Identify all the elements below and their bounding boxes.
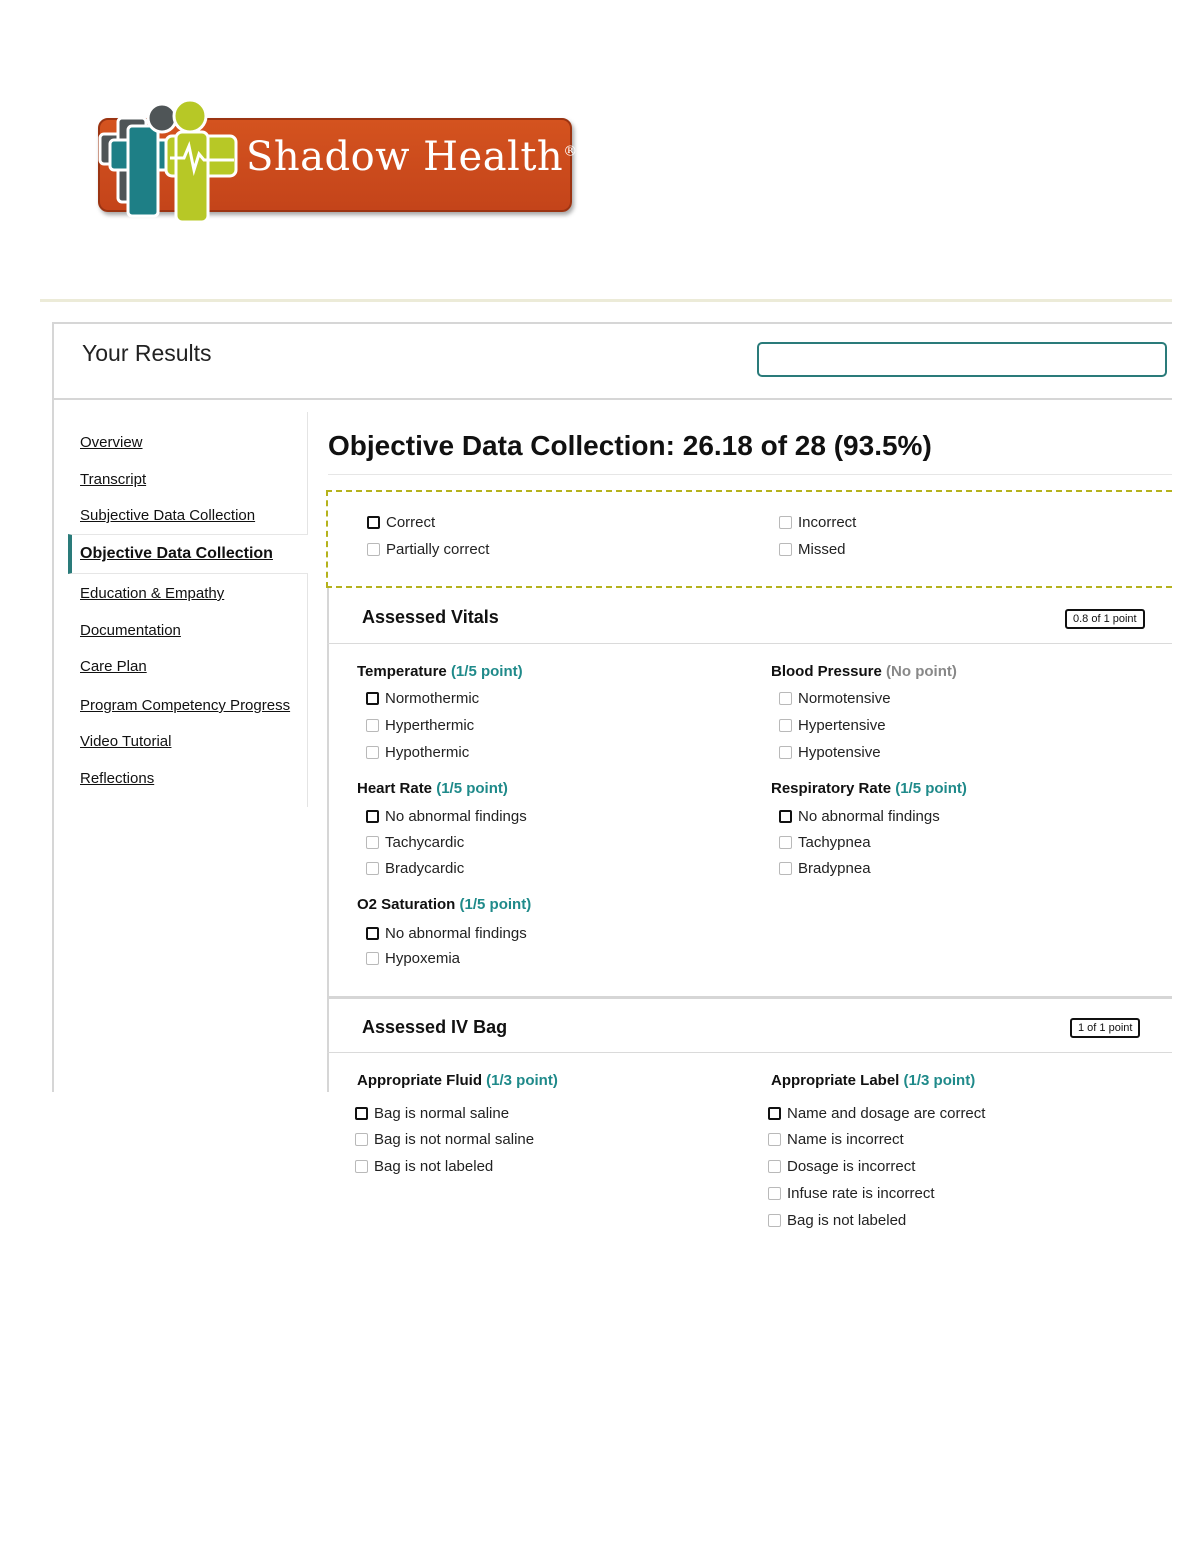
checkbox-icon (367, 543, 380, 556)
checkbox-icon (367, 516, 380, 529)
option-fluid-not-labeled: Bag is not labeled (355, 1158, 493, 1175)
checkbox-icon (779, 746, 792, 759)
sidebar-item-subjective-data[interactable]: Subjective Data Collection (80, 507, 255, 524)
top-divider (40, 299, 1172, 302)
search-input[interactable] (757, 342, 1167, 377)
option-not-normal-saline: Bag is not normal saline (355, 1131, 534, 1148)
score-badge-iv-bag: 1 of 1 point (1070, 1018, 1141, 1038)
results-title: Your Results (82, 340, 212, 366)
sidebar-item-documentation[interactable]: Documentation (80, 622, 181, 639)
option-bradypnea: Bradypnea (779, 860, 871, 877)
checkbox-icon (768, 1133, 781, 1146)
shadow-health-logo: Shadow Health® (88, 96, 577, 228)
checkbox-icon (768, 1160, 781, 1173)
title-divider (328, 474, 1172, 475)
option-hypothermic: Hypothermic (366, 744, 469, 761)
sidebar-item-reflections[interactable]: Reflections (80, 770, 154, 787)
checkbox-icon (366, 836, 379, 849)
option-tachycardic: Tachycardic (366, 834, 464, 851)
checkbox-icon (355, 1133, 368, 1146)
panel-top-border (52, 322, 1172, 324)
option-o2-no-abnormal: No abnormal findings (366, 925, 527, 942)
checkbox-icon (366, 719, 379, 732)
option-hyperthermic: Hyperthermic (366, 717, 474, 734)
panel-left-border (52, 322, 54, 1092)
section-divider (327, 643, 1172, 644)
score-badge-vitals: 0.8 of 1 point (1065, 609, 1145, 629)
checkbox-icon (768, 1187, 781, 1200)
checkbox-icon (366, 810, 379, 823)
option-hypotensive: Hypotensive (779, 744, 881, 761)
item-heart-rate: Heart Rate (1/5 point) (357, 780, 508, 797)
item-respiratory-rate: Respiratory Rate (1/5 point) (771, 780, 967, 797)
sidebar-item-competency-progress[interactable]: Program Competency Progress (80, 697, 290, 714)
checkbox-icon (768, 1107, 781, 1120)
legend-box (326, 490, 1172, 588)
option-label-not-labeled: Bag is not labeled (768, 1212, 906, 1229)
page-title: Objective Data Collection: 26.18 of 28 (… (328, 430, 932, 461)
option-hypertensive: Hypertensive (779, 717, 886, 734)
checkbox-icon (779, 836, 792, 849)
option-normal-saline: Bag is normal saline (355, 1105, 509, 1122)
sidebar-item-overview[interactable]: Overview (80, 434, 143, 451)
legend-incorrect: Incorrect (779, 514, 856, 531)
section-divider (327, 1052, 1172, 1053)
option-bradycardic: Bradycardic (366, 860, 464, 877)
legend-missed: Missed (779, 541, 846, 558)
checkbox-icon (779, 862, 792, 875)
legend-correct: Correct (367, 514, 435, 531)
checkbox-icon (366, 692, 379, 705)
checkbox-icon (366, 862, 379, 875)
sidebar-divider (307, 412, 308, 807)
checkbox-icon (779, 810, 792, 823)
logo-wordmark: Shadow Health® (246, 134, 578, 180)
legend-partially-correct: Partially correct (367, 541, 489, 558)
option-normotensive: Normotensive (779, 690, 891, 707)
checkbox-icon (779, 543, 792, 556)
item-temperature: Temperature (1/5 point) (357, 663, 523, 680)
option-normothermic: Normothermic (366, 690, 479, 707)
iv-section-border (327, 998, 329, 1092)
item-appropriate-label: Appropriate Label (1/3 point) (771, 1072, 976, 1089)
item-o2-saturation: O2 Saturation (1/5 point) (357, 896, 532, 913)
item-appropriate-fluid: Appropriate Fluid (1/3 point) (357, 1072, 558, 1089)
vitals-section-border (327, 588, 329, 998)
checkbox-icon (355, 1107, 368, 1120)
checkbox-icon (366, 952, 379, 965)
option-name-dosage-correct: Name and dosage are correct (768, 1105, 985, 1122)
section-title-iv-bag: Assessed IV Bag (362, 1017, 508, 1037)
checkbox-icon (779, 719, 792, 732)
checkbox-icon (779, 692, 792, 705)
checkbox-icon (355, 1160, 368, 1173)
header-divider (52, 398, 1172, 400)
sidebar-item-care-plan[interactable]: Care Plan (80, 658, 147, 675)
option-rr-no-abnormal: No abnormal findings (779, 808, 940, 825)
checkbox-icon (366, 927, 379, 940)
checkbox-icon (779, 516, 792, 529)
option-infuse-rate-incorrect: Infuse rate is incorrect (768, 1185, 935, 1202)
sidebar-item-objective-data[interactable]: Objective Data Collection (80, 545, 273, 563)
logo-figure-icon (98, 98, 238, 224)
checkbox-icon (768, 1214, 781, 1227)
section-title-vitals: Assessed Vitals (362, 607, 499, 627)
section-separator (327, 996, 1172, 999)
option-hr-no-abnormal: No abnormal findings (366, 808, 527, 825)
item-blood-pressure: Blood Pressure (No point) (771, 663, 957, 680)
checkbox-icon (366, 746, 379, 759)
option-hypoxemia: Hypoxemia (366, 950, 460, 967)
option-dosage-incorrect: Dosage is incorrect (768, 1158, 915, 1175)
sidebar-item-video-tutorial[interactable]: Video Tutorial (80, 733, 171, 750)
option-tachypnea: Tachypnea (779, 834, 871, 851)
sidebar-item-transcript[interactable]: Transcript (80, 471, 146, 488)
option-name-incorrect: Name is incorrect (768, 1131, 904, 1148)
sidebar-item-education-empathy[interactable]: Education & Empathy (80, 585, 224, 602)
